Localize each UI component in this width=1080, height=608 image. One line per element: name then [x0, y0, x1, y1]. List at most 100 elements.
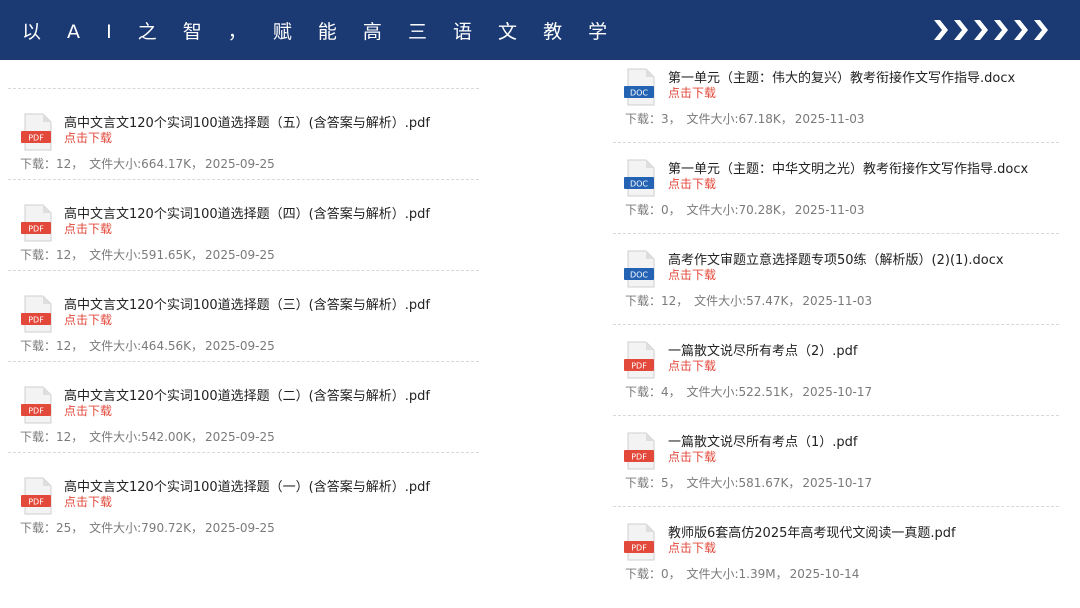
header-banner: 以 A I 之 智 ， 赋 能 高 三 语 文 教 学: [0, 0, 1080, 60]
download-count-label: 下载：: [20, 248, 57, 262]
file-title: 第一单元（主题：伟大的复兴）教考衔接作文写作指导.docx: [668, 71, 1016, 86]
file-title: 高中文言文120个实词100道选择题（四）(含答案与解析）.pdf: [64, 207, 430, 222]
file-type-icon: PDF: [20, 477, 54, 515]
download-link[interactable]: 点击下载: [64, 402, 112, 419]
upload-date: 2025-11-03: [794, 203, 865, 217]
file-meta: 下载：4， 文件大小:522.51K， 2025-10-17: [625, 385, 873, 399]
file-title: 高中文言文120个实词100道选择题（五）(含答案与解析）.pdf: [64, 116, 430, 131]
upload-date: 2025-09-25: [205, 248, 275, 262]
file-type-icon: PDF: [20, 204, 54, 242]
doc-file-icon: DOC: [624, 68, 655, 106]
file-size: 591.65K: [141, 248, 192, 262]
download-count-label: 下载：: [20, 430, 57, 444]
pdf-file-icon: PDF: [21, 113, 52, 151]
download-count: 4: [661, 385, 669, 399]
svg-text:PDF: PDF: [28, 498, 44, 507]
file-list-item: PDF 高中文言文120个实词100道选择题（四）(含答案与解析）.pdf 点击下载…: [8, 180, 479, 271]
download-link[interactable]: 点击下载: [668, 357, 716, 374]
file-title: 高中文言文120个实词100道选择题（一）(含答案与解析）.pdf: [64, 480, 430, 495]
file-type-icon: PDF: [20, 386, 54, 424]
file-size: 581.67K: [738, 476, 789, 490]
file-meta: 下载：12， 文件大小:542.00K， 2025-09-25: [20, 430, 275, 444]
pdf-file-icon: PDF: [21, 386, 52, 424]
doc-file-icon: DOC: [624, 159, 655, 197]
svg-text:PDF: PDF: [631, 453, 647, 462]
download-link[interactable]: 点击下载: [668, 448, 716, 465]
download-count-label: 下载：: [625, 567, 662, 581]
file-title: 高中文言文120个实词100道选择题（二）(含答案与解析）.pdf: [64, 389, 430, 404]
file-size: 542.00K: [141, 430, 192, 444]
pdf-file-icon: PDF: [21, 204, 52, 242]
upload-date: 2025-09-25: [205, 339, 275, 353]
download-count: 12: [56, 430, 72, 444]
file-size-label: 文件大小:: [686, 476, 739, 490]
file-type-icon: PDF: [623, 523, 657, 561]
file-size-label: 文件大小:: [89, 521, 142, 535]
svg-text:PDF: PDF: [28, 134, 44, 143]
svg-text:DOC: DOC: [630, 180, 648, 189]
file-meta: 下载：12， 文件大小:591.65K， 2025-09-25: [20, 248, 275, 262]
download-count: 12: [56, 248, 72, 262]
file-size-label: 文件大小:: [686, 203, 739, 217]
file-size: 57.47K: [746, 294, 789, 308]
file-size: 67.18K: [738, 112, 781, 126]
download-count: 0: [661, 567, 669, 581]
file-size: 664.17K: [141, 157, 192, 171]
upload-date: 2025-10-17: [802, 476, 873, 490]
upload-date: 2025-10-14: [789, 567, 860, 581]
download-link[interactable]: 点击下载: [668, 266, 716, 283]
pdf-file-icon: PDF: [21, 477, 52, 515]
svg-text:PDF: PDF: [28, 407, 44, 416]
file-type-icon: PDF: [623, 341, 657, 379]
file-meta: 下载：12， 文件大小:464.56K， 2025-09-25: [20, 339, 275, 353]
pdf-file-icon: PDF: [624, 523, 655, 561]
file-title: 第一单元（主题：中华文明之光）教考衔接作文写作指导.docx: [668, 162, 1029, 177]
file-size-label: 文件大小:: [89, 248, 142, 262]
page-title: 以 A I 之 智 ， 赋 能 高 三 语 文 教 学: [22, 20, 618, 43]
download-count: 5: [661, 476, 669, 490]
svg-text:PDF: PDF: [28, 316, 44, 325]
file-list-item: DOC 第一单元（主题：中华文明之光）教考衔接作文写作指导.docx 点击下载 下载：…: [613, 143, 1059, 234]
upload-date: 2025-11-03: [802, 294, 873, 308]
download-count: 0: [661, 203, 669, 217]
upload-date: 2025-09-25: [205, 157, 275, 171]
file-size-label: 文件大小:: [89, 339, 142, 353]
download-count-label: 下载：: [625, 112, 662, 126]
download-count-label: 下载：: [20, 157, 57, 171]
svg-text:PDF: PDF: [631, 362, 647, 371]
file-size-label: 文件大小:: [89, 430, 142, 444]
upload-date: 2025-10-17: [802, 385, 873, 399]
download-link[interactable]: 点击下载: [64, 220, 112, 237]
file-type-icon: DOC: [623, 159, 657, 197]
download-link[interactable]: 点击下载: [64, 311, 112, 328]
upload-date: 2025-09-25: [205, 430, 275, 444]
file-list-item: PDF 高中文言文120个实词100道选择题（三）(含答案与解析）.pdf 点击下载…: [8, 271, 479, 362]
file-size: 790.72K: [141, 521, 192, 535]
file-size-label: 文件大小:: [89, 157, 142, 171]
file-list-item: PDF 高中文言文120个实词100道选择题（二）(含答案与解析）.pdf 点击下载…: [8, 362, 479, 453]
svg-text:DOC: DOC: [630, 89, 648, 98]
file-title: 高考作文审题立意选择题专项50练（解析版）(2)(1).docx: [668, 253, 1004, 268]
download-link[interactable]: 点击下载: [668, 539, 716, 556]
file-meta: 下载：12， 文件大小:57.47K， 2025-11-03: [625, 294, 873, 308]
pdf-file-icon: PDF: [21, 295, 52, 333]
file-list-item: DOC 第一单元（主题：伟大的复兴）教考衔接作文写作指导.docx 点击下载 下载：3…: [613, 52, 1059, 143]
svg-text:PDF: PDF: [28, 225, 44, 234]
download-link[interactable]: 点击下载: [64, 493, 112, 510]
download-link[interactable]: 点击下载: [64, 129, 112, 146]
download-link[interactable]: 点击下载: [668, 175, 716, 192]
file-size: 522.51K: [738, 385, 789, 399]
file-size-label: 文件大小:: [686, 567, 739, 581]
download-count: 12: [661, 294, 677, 308]
download-link[interactable]: 点击下载: [668, 84, 716, 101]
chevron-right-icon: [934, 20, 1048, 40]
download-count: 25: [56, 521, 72, 535]
download-count-label: 下载：: [20, 521, 57, 535]
download-count-label: 下载：: [625, 203, 662, 217]
file-list-item: PDF 一篇散文说尽所有考点（2）.pdf 点击下载 下载：4， 文件大小:522.5…: [613, 325, 1059, 416]
file-list-item: PDF 一篇散文说尽所有考点（1）.pdf 点击下载 下载：5， 文件大小:581.6…: [613, 416, 1059, 507]
download-count: 12: [56, 339, 72, 353]
doc-file-icon: DOC: [624, 250, 655, 288]
file-title: 高中文言文120个实词100道选择题（三）(含答案与解析）.pdf: [64, 298, 430, 313]
file-meta: 下载：0， 文件大小:70.28K， 2025-11-03: [625, 203, 865, 217]
